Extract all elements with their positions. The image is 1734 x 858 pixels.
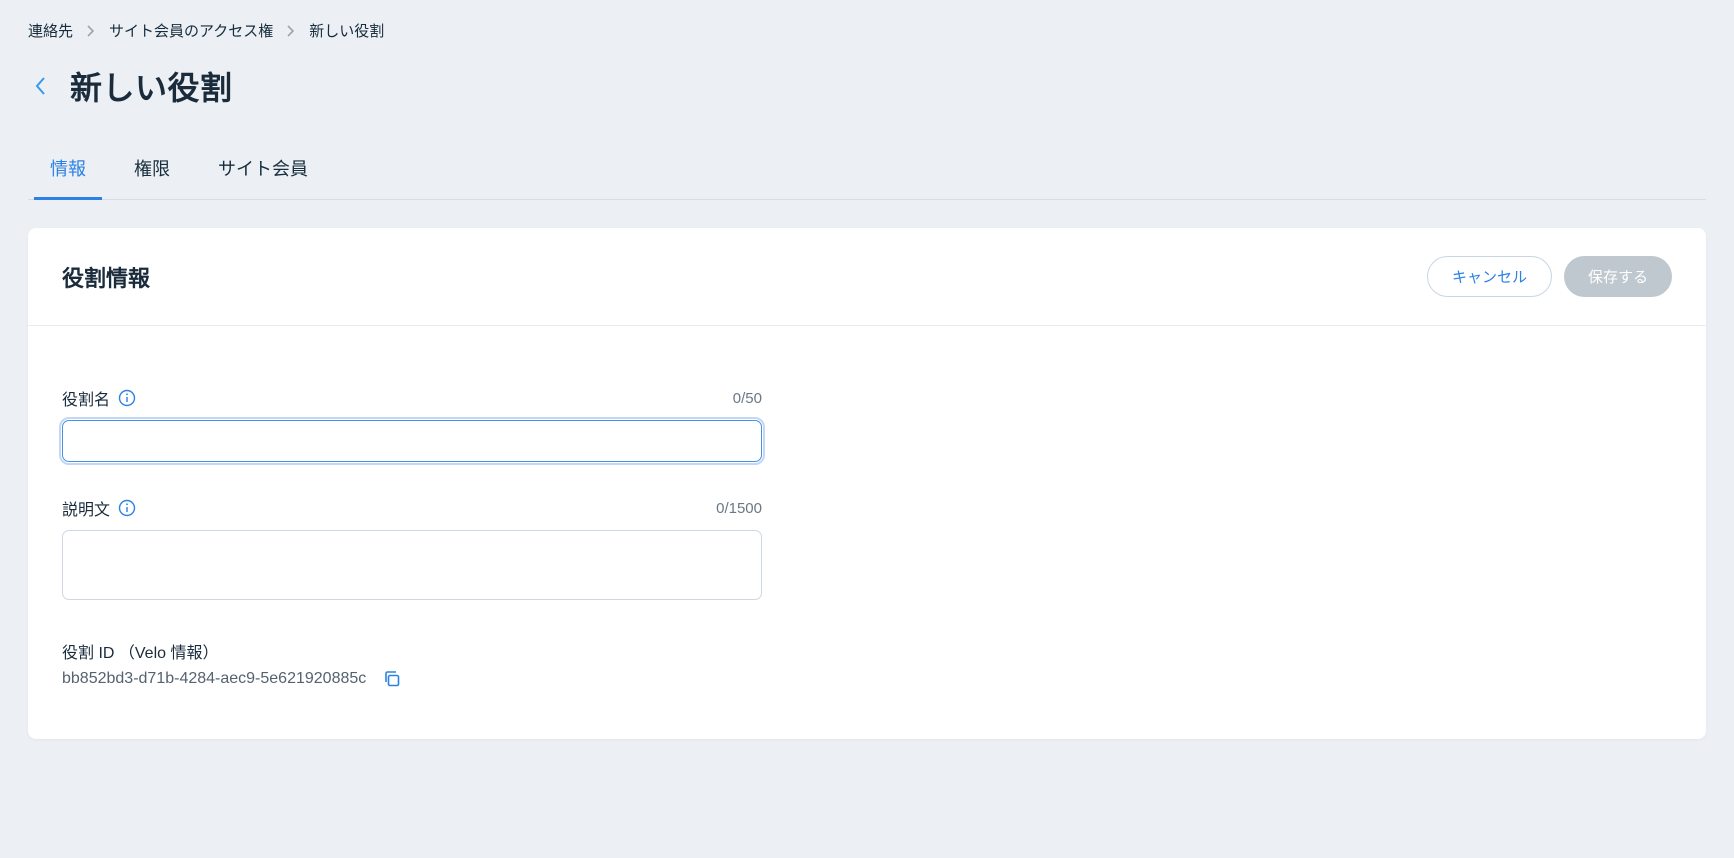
breadcrumb: 連絡先 サイト会員のアクセス権 新しい役割 [28,20,1706,53]
description-counter: 0/1500 [716,500,762,517]
chevron-right-icon [287,25,295,37]
role-name-input[interactable] [62,420,762,462]
description-input[interactable] [62,530,762,600]
tab-site-members[interactable]: サイト会員 [216,155,310,199]
breadcrumb-item-new-role: 新しい役割 [309,20,384,41]
tabs: 情報 権限 サイト会員 [28,155,1706,200]
page-title: 新しい役割 [70,63,233,109]
back-button[interactable] [28,74,52,98]
role-id-label: 役割 ID （Velo 情報） [62,639,1672,663]
role-name-label: 役割名 [62,386,110,410]
cancel-button[interactable]: キャンセル [1427,256,1552,297]
breadcrumb-item-member-access[interactable]: サイト会員のアクセス権 [109,20,273,41]
section-title: 役割情報 [62,261,150,293]
info-icon[interactable] [118,389,136,407]
role-info-card: 役割情報 キャンセル 保存する 役割名 [28,228,1706,739]
tab-permissions[interactable]: 権限 [132,155,172,199]
chevron-right-icon [87,25,95,37]
field-role-name: 役割名 0/50 [62,386,762,462]
field-role-id: 役割 ID （Velo 情報） bb852bd3-d71b-4284-aec9-… [62,639,1672,689]
tab-info[interactable]: 情報 [48,155,88,199]
role-name-counter: 0/50 [733,390,762,407]
field-description: 説明文 0/1500 [62,496,762,605]
info-icon[interactable] [118,499,136,517]
copy-icon[interactable] [382,669,402,689]
description-label: 説明文 [62,496,110,520]
save-button: 保存する [1564,256,1672,297]
breadcrumb-item-contacts[interactable]: 連絡先 [28,20,73,41]
role-id-value: bb852bd3-d71b-4284-aec9-5e621920885c [62,670,366,688]
